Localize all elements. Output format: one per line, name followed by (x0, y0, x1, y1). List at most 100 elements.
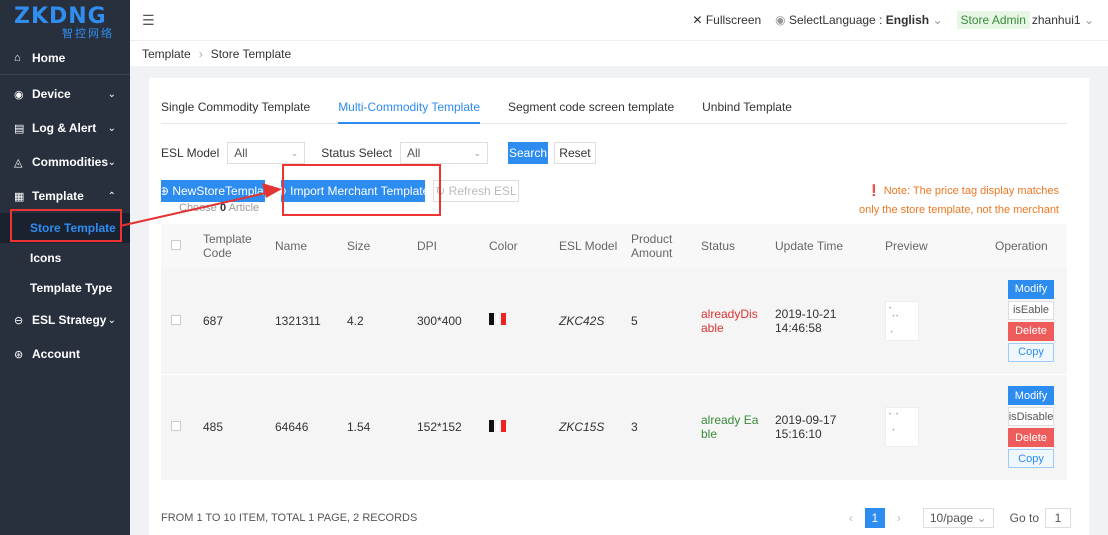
device-icon: ◉ (14, 88, 24, 101)
fullscreen-label: Fullscreen (705, 13, 762, 27)
template-table: Template Code Name Size DPI Color ESL Mo… (161, 224, 1067, 481)
delete-button[interactable]: Delete (1008, 428, 1054, 447)
row-checkbox[interactable] (171, 314, 181, 325)
esl-model-select[interactable]: All ⌄ (227, 142, 306, 164)
sidebar-item-label: Home (32, 51, 66, 65)
breadcrumb-separator: › (198, 46, 203, 61)
selected-count-value: 0 (219, 202, 227, 214)
chevron-up-icon: ⌃ (107, 190, 116, 202)
sidebar-item-label: Commodities (32, 155, 109, 169)
status-select[interactable]: All ⌄ (399, 142, 488, 164)
prev-page-icon[interactable]: ‹ (841, 508, 861, 528)
header-template-code: Template Code (193, 224, 265, 268)
sidebar-subitem-icons[interactable]: Icons (0, 243, 130, 273)
cell-dpi: 152*152 (407, 374, 479, 481)
account-icon: ⊛ (14, 348, 24, 361)
role-badge: Store Admin (956, 11, 1030, 29)
select-all-checkbox[interactable] (171, 240, 181, 250)
toggle-enable-button[interactable]: isEable (1008, 300, 1054, 320)
fullscreen-button[interactable]: ✕ Fullscreen (692, 13, 761, 27)
cell-operation: Modify isEable Delete Copy (985, 268, 1067, 375)
tab-segment-code[interactable]: Segment code screen template (508, 98, 674, 124)
content-card: Single Commodity Template Multi-Commodit… (149, 78, 1089, 535)
chevron-down-icon: ⌄ (107, 122, 116, 134)
cell-preview: • • • • (875, 268, 985, 375)
sidebar-item-home[interactable]: ⌂ Home (0, 46, 130, 70)
breadcrumb: Template › Store Template (130, 40, 1108, 66)
sidebar-item-device[interactable]: ◉ Device ⌄ (0, 77, 130, 111)
toggle-enable-button[interactable]: isDisable (1008, 407, 1054, 426)
user-menu[interactable]: zhanhui1 ⌄ (1032, 13, 1094, 27)
logo-sub: 智控网络 (62, 28, 114, 40)
sidebar-item-commodities[interactable]: ◬ Commodities ⌄ (0, 145, 130, 179)
copy-button[interactable]: Copy (1008, 449, 1054, 468)
template-preview-thumbnail[interactable]: • • • (885, 407, 919, 447)
pagination-summary: FROM 1 TO 10 ITEM, TOTAL 1 PAGE, 2 RECOR… (161, 512, 418, 524)
refresh-esl-button[interactable]: ↻ Refresh ESL (433, 180, 519, 202)
language-label: SelectLanguage : (788, 13, 883, 27)
cell-color (479, 268, 549, 375)
color-swatch (489, 419, 507, 432)
goto-input[interactable]: 1 (1045, 508, 1071, 528)
row-checkbox[interactable] (171, 421, 181, 431)
menu-toggle-icon[interactable]: ☰ (142, 12, 155, 29)
modify-button[interactable]: Modify (1008, 279, 1054, 299)
header-product-amount: Product Amount (621, 224, 691, 268)
status-select-value: All (406, 146, 421, 160)
highlight-store-template (10, 209, 122, 242)
new-store-template-button[interactable]: ⊕ NewStoreTemplat (161, 180, 265, 202)
header-color: Color (479, 224, 549, 268)
topbar-right: ✕ Fullscreen ◉ SelectLanguage : English … (692, 0, 1108, 40)
page-button[interactable]: 1 (864, 508, 885, 528)
next-page-icon[interactable]: › (889, 508, 909, 528)
cell-product-amount: 3 (621, 374, 691, 481)
chevron-down-icon: ⌄ (107, 314, 116, 326)
header-status: Status (691, 224, 765, 268)
sidebar-item-label: Log & Alert (32, 121, 97, 135)
highlight-import-merchant (282, 164, 441, 216)
cell-operation: Modify isDisable Delete Copy (985, 374, 1067, 481)
sidebar-item-account[interactable]: ⊛ Account (0, 337, 130, 371)
cell-product-amount: 5 (621, 268, 691, 375)
selected-count-suffix: Article (228, 202, 260, 214)
chevron-down-icon: ⌄ (1083, 13, 1094, 27)
cell-esl-model: ZKC15S (549, 374, 621, 481)
refresh-esl-label: Refresh ESL (448, 184, 517, 198)
new-store-template-label: NewStoreTemplat (172, 184, 265, 198)
tab-single-commodity[interactable]: Single Commodity Template (161, 98, 310, 124)
logo: ZKDNG 智控网络 (0, 0, 130, 50)
table-row: 687 1321311 4.2 300*400 ZKC42S 5 already… (161, 268, 1067, 375)
tab-multi-commodity[interactable]: Multi-Commodity Template (338, 98, 481, 124)
delete-button[interactable]: Delete (1008, 321, 1054, 341)
header-dpi: DPI (407, 224, 479, 268)
row-checkbox-cell (161, 268, 193, 375)
header-esl-model: ESL Model (549, 224, 621, 268)
sidebar-item-log-alert[interactable]: ▤ Log & Alert ⌄ (0, 111, 130, 145)
template-preview-thumbnail[interactable]: • • • • (885, 300, 919, 341)
page-size-select[interactable]: 10/page ⌄ (922, 508, 994, 528)
sidebar-subitem-template-type[interactable]: Template Type (0, 273, 130, 303)
sidebar-item-template[interactable]: ▦ Template ⌃ (0, 179, 130, 213)
commodities-icon: ◬ (14, 156, 23, 169)
sidebar-item-esl-strategy[interactable]: ⊖ ESL Strategy ⌄ (0, 303, 130, 337)
operation-buttons: Modify isDisable Delete Copy (995, 385, 1067, 469)
search-button[interactable]: Search (507, 142, 548, 164)
cell-template-code: 687 (193, 268, 265, 375)
cell-update-time: 2019-09-17 15:16:10 (765, 374, 875, 481)
status-select-label: Status Select (321, 146, 392, 160)
copy-button[interactable]: Copy (1008, 342, 1054, 362)
fullscreen-icon: ✕ (692, 13, 706, 27)
cell-esl-model: ZKC42S (549, 268, 621, 375)
reset-button[interactable]: Reset (553, 142, 596, 164)
modify-button[interactable]: Modify (1008, 386, 1054, 405)
language-select[interactable]: ◉ SelectLanguage : English ⌄ (775, 13, 942, 27)
selected-count: Choose 0 Article (179, 202, 259, 214)
tab-unbind[interactable]: Unbind Template (702, 98, 792, 124)
topbar: ☰ ✕ Fullscreen ◉ SelectLanguage : Englis… (130, 0, 1108, 40)
cell-dpi: 300*400 (407, 268, 479, 375)
language-value: English (885, 13, 930, 27)
sidebar-item-label: Template (32, 189, 84, 203)
sidebar-item-label: Device (32, 87, 71, 101)
breadcrumb-root[interactable]: Template (142, 47, 191, 61)
divider (0, 74, 130, 75)
